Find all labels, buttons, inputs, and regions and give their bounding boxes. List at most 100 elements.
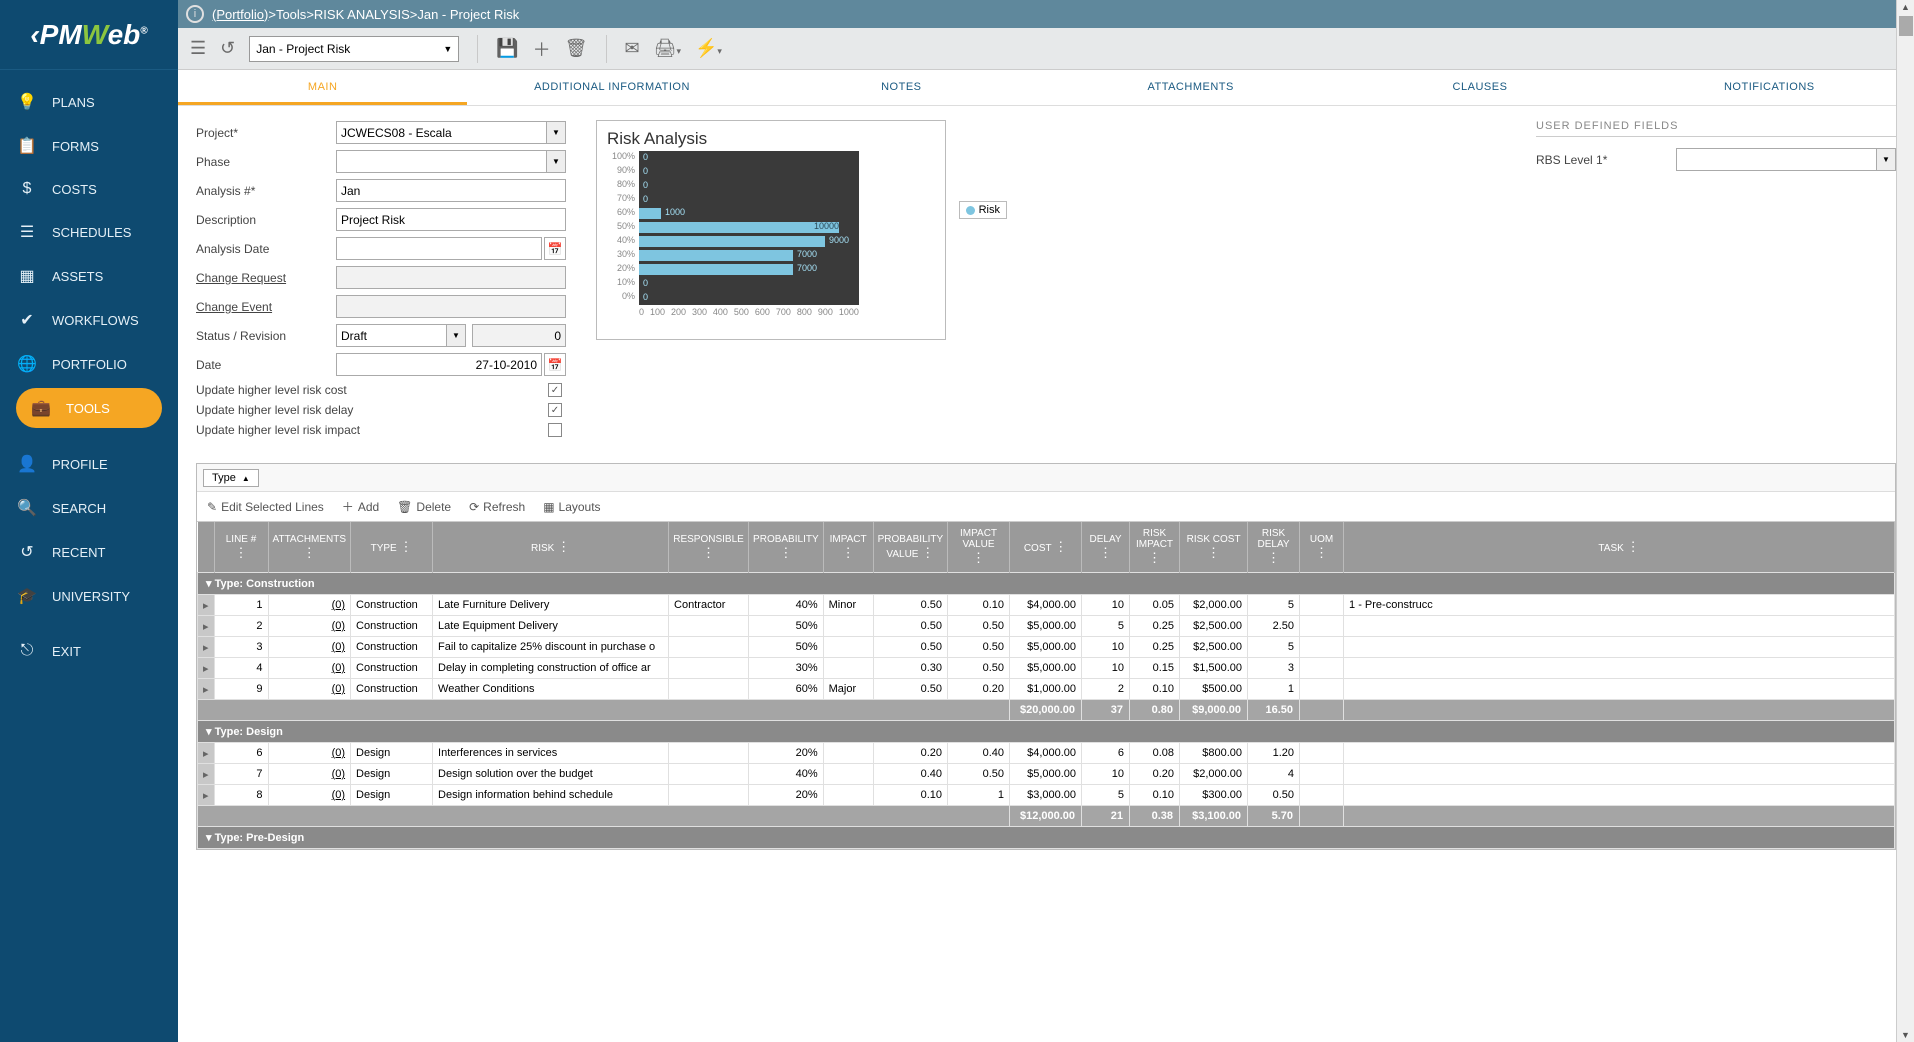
delete-icon[interactable]: 🗑 [565, 38, 588, 59]
nav-search[interactable]: 🔍SEARCH [0, 486, 178, 530]
list-icon[interactable]: ☰ [190, 38, 206, 59]
grid-icon: ▦ [16, 266, 38, 286]
nav-forms[interactable]: 📋FORMS [0, 124, 178, 168]
date-field[interactable] [336, 353, 542, 376]
delete-line-button[interactable]: 🗑Delete [397, 500, 451, 514]
project-field[interactable] [336, 121, 546, 144]
calendar-icon[interactable]: 📅 [544, 237, 566, 260]
revision-field [472, 324, 566, 347]
tab-notifications[interactable]: NOTIFICATIONS [1625, 70, 1914, 105]
table-row[interactable]: ▸ 4(0)ConstructionDelay in completing co… [198, 658, 1895, 679]
changeevent-field [336, 295, 566, 318]
summary-row: $12,000.00210.38$3,100.005.70 [198, 806, 1895, 827]
nav-profile[interactable]: 👤PROFILE [0, 442, 178, 486]
row-handle[interactable]: ▸ [198, 637, 215, 658]
scroll-down-icon[interactable]: ▼ [1897, 1030, 1914, 1040]
changerequest-field [336, 266, 566, 289]
check-icon: ✔ [16, 310, 38, 330]
action-icon[interactable]: ⚡▾ [695, 38, 722, 59]
info-icon[interactable]: i [186, 5, 204, 23]
clipboard-icon: 📋 [16, 136, 38, 156]
tab-attachments[interactable]: ATTACHMENTS [1046, 70, 1335, 105]
edit-lines-button[interactable]: ✎Edit Selected Lines [207, 500, 324, 514]
desc-field[interactable] [336, 208, 566, 231]
analysisdate-label: Analysis Date [196, 242, 336, 256]
print-icon[interactable]: 🖨▾ [654, 38, 681, 59]
add-icon[interactable]: ＋ [533, 36, 551, 62]
table-row[interactable]: ▸ 7(0)DesignDesign solution over the bud… [198, 764, 1895, 785]
chk-impact[interactable] [548, 423, 562, 437]
nav-assets[interactable]: ▦ASSETS [0, 254, 178, 298]
table-row[interactable]: ▸ 2(0)ConstructionLate Equipment Deliver… [198, 616, 1895, 637]
nav-schedules[interactable]: ☰SCHEDULES [0, 210, 178, 254]
group-row[interactable]: ▾ Type: Design [198, 721, 1895, 743]
breadcrumb-module: RISK ANALYSIS [314, 7, 410, 22]
nav-costs[interactable]: $COSTS [0, 168, 178, 210]
group-row[interactable]: ▾ Type: Construction [198, 573, 1895, 595]
nav-tools[interactable]: 💼TOOLS [16, 388, 162, 428]
chk-delay[interactable]: ✓ [548, 403, 562, 417]
risk-chart: Risk Analysis 100%90%80%70%60%50%40%30%2… [596, 120, 946, 340]
phase-label: Phase [196, 155, 336, 169]
table-row[interactable]: ▸ 6(0)DesignInterferences in services 20… [198, 743, 1895, 764]
group-chip-type[interactable]: Type▲ [203, 469, 259, 487]
row-handle[interactable]: ▸ [198, 764, 215, 785]
nav-workflows[interactable]: ✔WORKFLOWS [0, 298, 178, 342]
plus-icon: ＋ [342, 498, 354, 515]
nav-recent[interactable]: ↺RECENT [0, 530, 178, 574]
pencil-icon: ✎ [207, 500, 217, 514]
chk-cost[interactable]: ✓ [548, 383, 562, 397]
bars-icon: ☰ [16, 222, 38, 242]
analysisdate-field[interactable] [336, 237, 542, 260]
table-row[interactable]: ▸ 1(0)ConstructionLate Furniture Deliver… [198, 595, 1895, 616]
row-handle[interactable]: ▸ [198, 679, 215, 700]
refresh-button[interactable]: ⟳Refresh [469, 500, 525, 514]
tab-main[interactable]: MAIN [178, 70, 467, 105]
rbs-field[interactable] [1676, 148, 1876, 171]
phase-dropdown[interactable]: ▼ [546, 150, 566, 173]
table-row[interactable]: ▸ 9(0)ConstructionWeather Conditions 60%… [198, 679, 1895, 700]
vertical-scrollbar[interactable]: ▲ ▼ [1896, 0, 1914, 1042]
row-handle[interactable]: ▸ [198, 743, 215, 764]
add-line-button[interactable]: ＋Add [342, 498, 379, 515]
breadcrumb-bar: i (Portfolio) > Tools > RISK ANALYSIS > … [178, 0, 1914, 28]
scroll-up-icon[interactable]: ▲ [1897, 2, 1914, 12]
rbs-dropdown[interactable]: ▼ [1876, 148, 1896, 171]
history-icon[interactable]: ↺ [220, 38, 235, 59]
chart-title: Risk Analysis [607, 129, 935, 149]
desc-label: Description [196, 213, 336, 227]
breadcrumb-record: Jan - Project Risk [417, 7, 519, 22]
risk-grid: Type▲ ✎Edit Selected Lines ＋Add 🗑Delete … [196, 463, 1896, 850]
save-icon[interactable]: 💾 [496, 38, 518, 59]
nav-exit[interactable]: ⎋EXIT [0, 630, 178, 672]
table-row[interactable]: ▸ 3(0)ConstructionFail to capitalize 25%… [198, 637, 1895, 658]
tab-notes[interactable]: NOTES [757, 70, 1046, 105]
nav-university[interactable]: 🎓UNIVERSITY [0, 574, 178, 618]
record-selector[interactable]: Jan - Project Risk▼ [249, 36, 459, 62]
project-dropdown[interactable]: ▼ [546, 121, 566, 144]
tab-additional[interactable]: ADDITIONAL INFORMATION [467, 70, 756, 105]
analysisnum-field[interactable] [336, 179, 566, 202]
layouts-button[interactable]: ▦Layouts [543, 500, 600, 514]
tab-clauses[interactable]: CLAUSES [1335, 70, 1624, 105]
calendar-icon[interactable]: 📅 [544, 353, 566, 376]
phase-field[interactable] [336, 150, 546, 173]
row-handle[interactable]: ▸ [198, 658, 215, 679]
scroll-thumb[interactable] [1899, 16, 1913, 36]
status-dropdown[interactable]: ▼ [446, 324, 466, 347]
graduation-icon: 🎓 [16, 586, 38, 606]
group-row[interactable]: ▾ Type: Pre-Design [198, 827, 1895, 849]
row-handle[interactable]: ▸ [198, 616, 215, 637]
breadcrumb-portfolio[interactable]: (Portfolio) [212, 7, 268, 22]
row-handle[interactable]: ▸ [198, 785, 215, 806]
briefcase-icon: 💼 [30, 398, 52, 418]
table-row[interactable]: ▸ 8(0)DesignDesign information behind sc… [198, 785, 1895, 806]
changeevent-label[interactable]: Change Event [196, 300, 336, 314]
nav-portfolio[interactable]: 🌐PORTFOLIO [0, 342, 178, 386]
row-handle[interactable]: ▸ [198, 595, 215, 616]
changerequest-label[interactable]: Change Request [196, 271, 336, 285]
mail-icon[interactable]: ✉ [625, 38, 640, 59]
status-label: Status / Revision [196, 329, 336, 343]
nav-plans[interactable]: 💡PLANS [0, 80, 178, 124]
status-field[interactable] [336, 324, 446, 347]
